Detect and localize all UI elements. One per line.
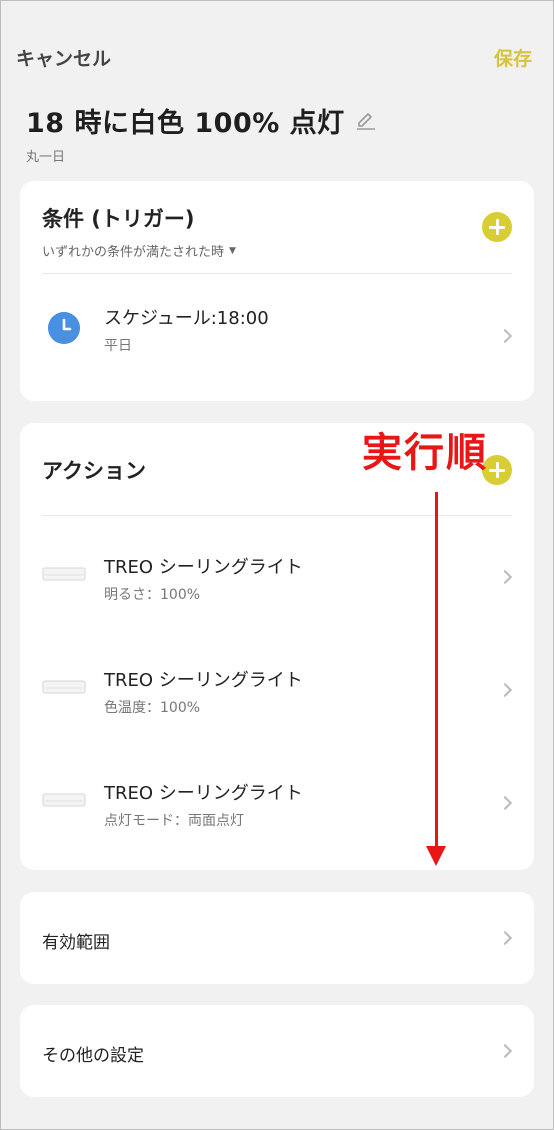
chevron-right-icon — [497, 1043, 513, 1059]
action-item[interactable]: TREO シーリングライト 明るさ：100% — [20, 516, 534, 629]
ceiling-light-icon — [42, 680, 86, 694]
chevron-right-icon — [497, 682, 513, 698]
condition-item[interactable]: スケジュール:18:00 平日 — [20, 274, 534, 401]
condition-sub: 平日 — [104, 338, 132, 354]
chevron-down-icon: ▼ — [229, 245, 236, 256]
chevron-right-icon — [497, 328, 513, 344]
action-sub: 色温度：100% — [104, 700, 201, 716]
other-settings-label: その他の設定 — [42, 1046, 144, 1066]
valid-range-card[interactable]: 有効範囲 — [20, 892, 534, 984]
ceiling-light-icon — [42, 567, 86, 581]
condition-mode-label: いずれかの条件が満たされた時 — [42, 245, 225, 260]
clock-icon — [48, 312, 80, 344]
action-sub: 明るさ：100% — [104, 587, 201, 603]
add-condition-button[interactable] — [482, 212, 512, 242]
other-settings-card[interactable]: その他の設定 — [20, 1005, 534, 1097]
action-sub: 点灯モード：両面点灯 — [104, 813, 244, 829]
conditions-card: 条件 (トリガー) いずれかの条件が満たされた時 ▼ スケジュール:18:00 … — [20, 181, 534, 401]
valid-range-label: 有効範囲 — [42, 933, 110, 953]
chevron-right-icon — [497, 795, 513, 811]
scene-title-row: 18 時に白色 100% 点灯 — [26, 100, 377, 140]
execution-order-arrow-line — [435, 492, 438, 848]
action-item[interactable]: TREO シーリングライト 色温度：100% — [20, 629, 534, 742]
pencil-icon[interactable] — [355, 109, 377, 131]
action-title: TREO シーリングライト — [104, 670, 303, 691]
conditions-title: 条件 (トリガー) — [42, 207, 195, 231]
conditions-header: 条件 (トリガー) いずれかの条件が満たされた時 ▼ — [20, 181, 534, 273]
execution-order-annotation: 実行順 — [362, 430, 488, 476]
save-button[interactable]: 保存 — [494, 44, 532, 71]
condition-mode-dropdown[interactable]: いずれかの条件が満たされた時 ▼ — [42, 241, 512, 260]
condition-title: スケジュール:18:00 — [104, 308, 269, 329]
ceiling-light-icon — [42, 793, 86, 807]
actions-card: アクション TREO シーリングライト 明るさ：100% TREO シーリングラ… — [20, 423, 534, 870]
scene-subtitle: 丸一日 — [26, 150, 66, 165]
scene-title: 18 時に白色 100% 点灯 — [26, 107, 345, 139]
chevron-right-icon — [497, 569, 513, 585]
action-title: TREO シーリングライト — [104, 783, 303, 804]
top-bar: キャンセル 保存 — [0, 38, 554, 78]
cancel-button[interactable]: キャンセル — [16, 44, 111, 71]
arrow-down-icon — [426, 846, 446, 866]
action-item[interactable]: TREO シーリングライト 点灯モード：両面点灯 — [20, 742, 534, 855]
chevron-right-icon — [497, 930, 513, 946]
action-title: TREO シーリングライト — [104, 557, 303, 578]
